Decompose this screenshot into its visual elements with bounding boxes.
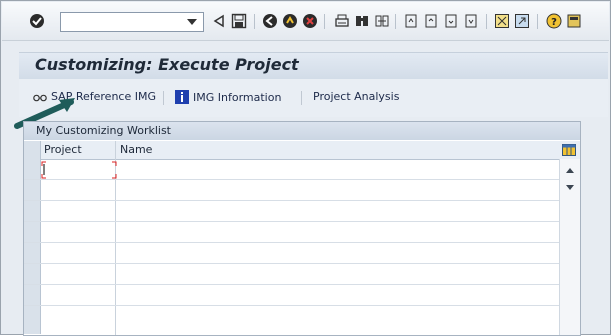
layout-icon[interactable] bbox=[565, 12, 583, 30]
table-row[interactable] bbox=[24, 264, 559, 285]
worklist-title: My Customizing Worklist bbox=[36, 124, 171, 137]
project-analysis-button[interactable]: Project Analysis bbox=[313, 90, 399, 103]
table-row[interactable] bbox=[24, 159, 559, 180]
column-header-name[interactable]: Name bbox=[120, 143, 152, 156]
back-icon[interactable] bbox=[261, 12, 279, 30]
focus-marker-icon bbox=[41, 161, 117, 179]
command-field[interactable] bbox=[60, 12, 204, 32]
column-header-project[interactable]: Project bbox=[44, 143, 82, 156]
table-row[interactable] bbox=[24, 243, 559, 264]
system-toolbar: ? bbox=[2, 2, 609, 41]
row-selector[interactable] bbox=[24, 201, 41, 221]
row-selector[interactable] bbox=[24, 222, 41, 242]
table-row[interactable] bbox=[24, 285, 559, 306]
help-icon[interactable]: ? bbox=[545, 12, 563, 30]
scroll-down-icon[interactable] bbox=[566, 185, 574, 190]
row-selector[interactable] bbox=[24, 306, 41, 334]
find-icon[interactable] bbox=[353, 12, 371, 30]
table-row[interactable] bbox=[24, 180, 559, 201]
back-triangle-icon[interactable] bbox=[210, 12, 228, 30]
column-settings-icon[interactable] bbox=[562, 144, 576, 156]
row-selector[interactable] bbox=[24, 180, 41, 200]
exit-icon[interactable] bbox=[281, 12, 299, 30]
table-header: Project Name bbox=[24, 141, 580, 160]
table-row[interactable] bbox=[24, 222, 559, 243]
cancel-icon[interactable] bbox=[301, 12, 319, 30]
row-selector[interactable] bbox=[24, 285, 41, 305]
table-row[interactable] bbox=[24, 201, 559, 222]
select-all-cell[interactable] bbox=[24, 141, 41, 159]
application-toolbar: SAP Reference IMG IMG Information Projec… bbox=[19, 79, 608, 117]
table-row[interactable] bbox=[24, 306, 559, 334]
title-bar: Customizing: Execute Project bbox=[19, 52, 608, 80]
last-page-icon[interactable] bbox=[462, 12, 480, 30]
customizing-worklist-table: My Customizing Worklist Project Name bbox=[23, 121, 581, 336]
row-selector[interactable] bbox=[24, 243, 41, 263]
img-information-button[interactable]: IMG Information bbox=[175, 90, 281, 104]
first-page-icon[interactable] bbox=[402, 12, 420, 30]
row-selector[interactable] bbox=[24, 264, 41, 284]
svg-text:?: ? bbox=[551, 17, 557, 28]
vertical-scrollbar[interactable] bbox=[559, 159, 580, 335]
img-information-label: IMG Information bbox=[193, 90, 282, 104]
previous-page-icon[interactable] bbox=[422, 12, 440, 30]
enter-icon[interactable] bbox=[28, 12, 46, 30]
create-session-icon[interactable] bbox=[493, 12, 511, 30]
print-icon[interactable] bbox=[333, 12, 351, 30]
sap-window: ? Customizing: Execute Project SAP Refer… bbox=[0, 0, 611, 336]
next-page-icon[interactable] bbox=[442, 12, 460, 30]
page-title: Customizing: Execute Project bbox=[35, 55, 299, 74]
worklist-title-bar: My Customizing Worklist bbox=[24, 122, 580, 140]
scroll-up-icon[interactable] bbox=[566, 168, 574, 173]
info-icon bbox=[175, 90, 189, 104]
row-selector[interactable] bbox=[24, 159, 41, 179]
dropdown-icon[interactable] bbox=[187, 19, 197, 25]
shortcut-icon[interactable] bbox=[513, 12, 531, 30]
save-icon[interactable] bbox=[230, 12, 248, 30]
find-next-icon[interactable] bbox=[373, 12, 391, 30]
project-analysis-label: Project Analysis bbox=[313, 90, 400, 103]
